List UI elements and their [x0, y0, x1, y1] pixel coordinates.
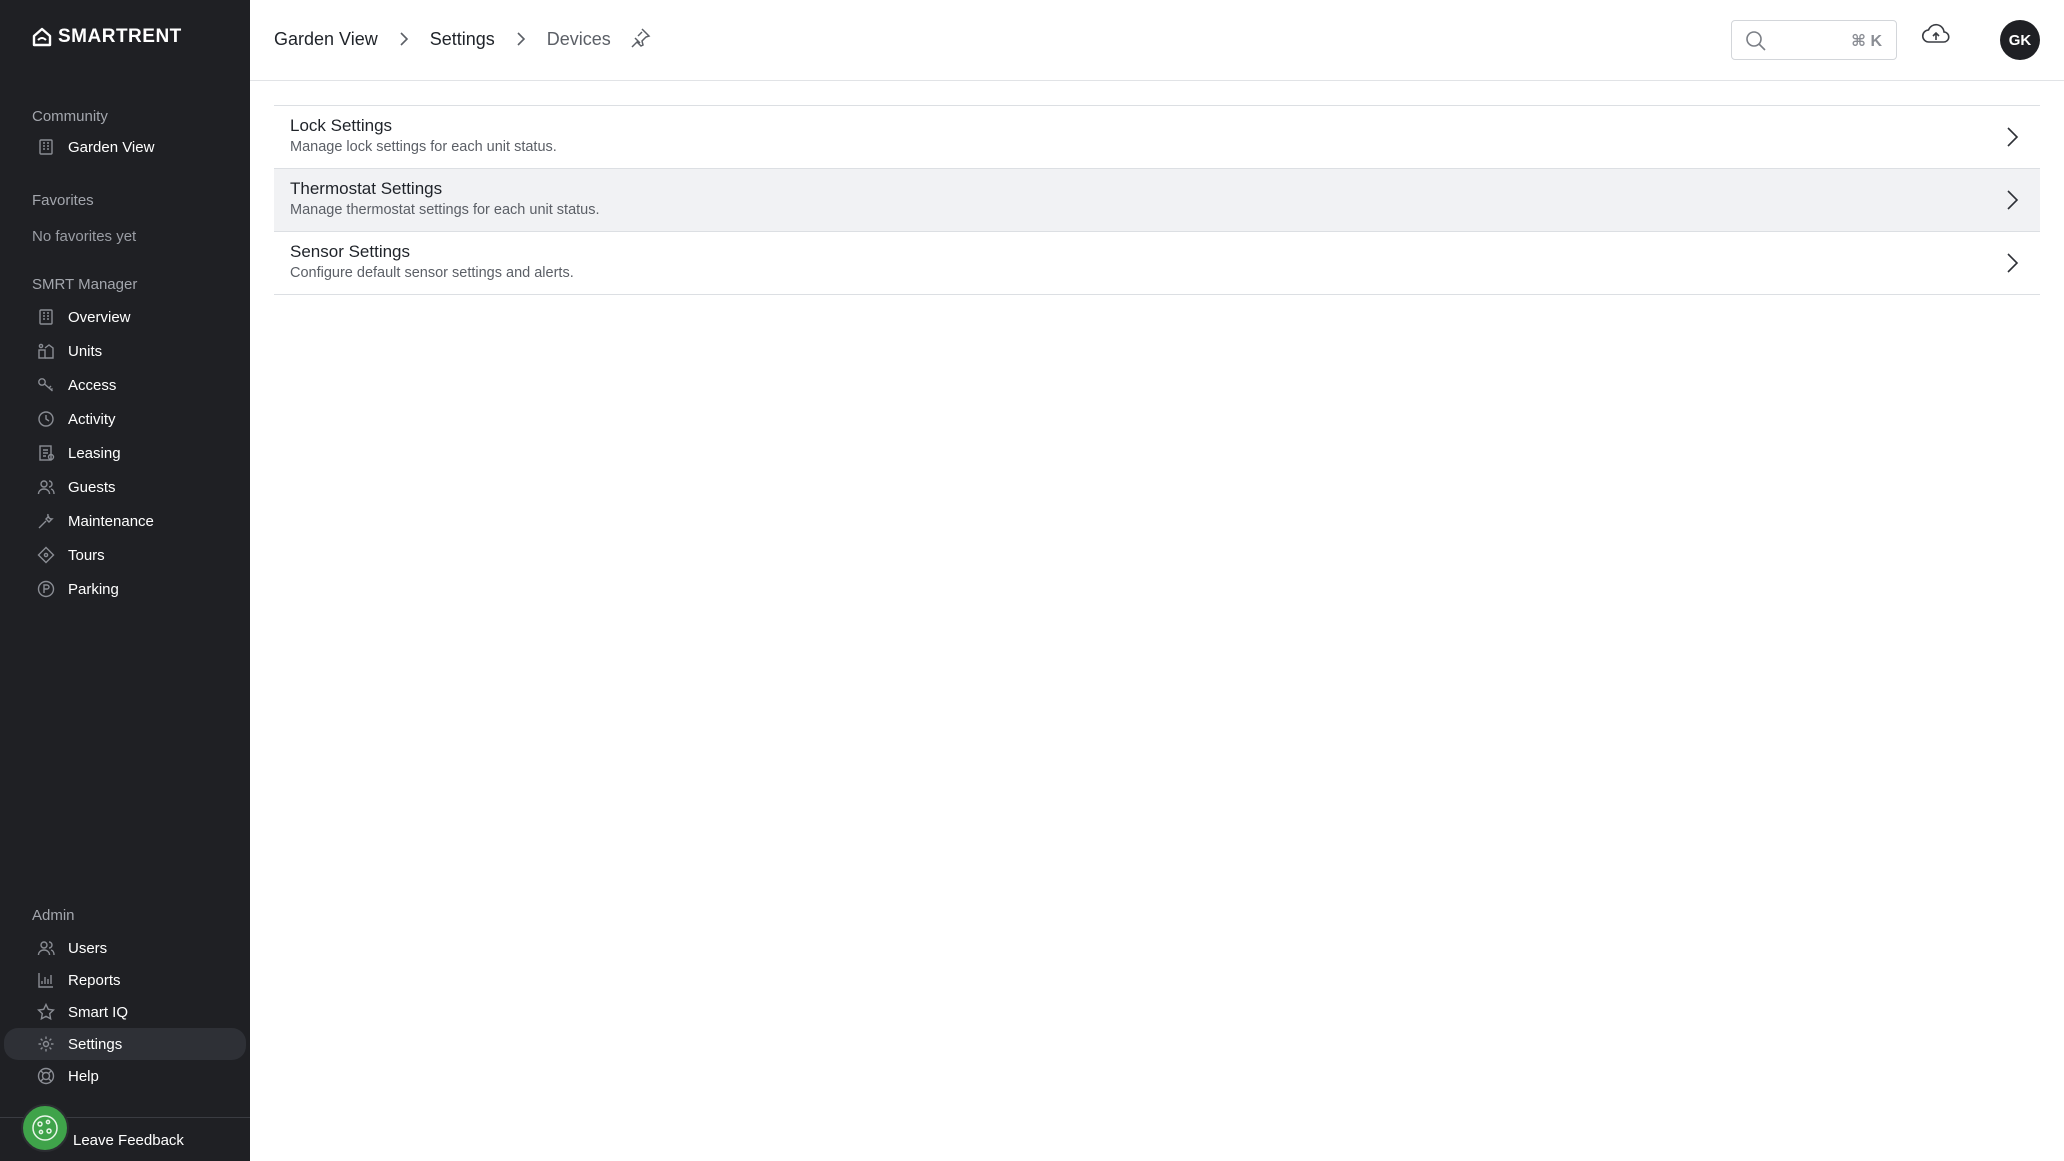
- chevron-right-icon: [392, 27, 416, 51]
- sidebar-item-reports[interactable]: Reports: [4, 964, 246, 996]
- sidebar-item-help[interactable]: Help: [4, 1060, 246, 1092]
- help-icon: [36, 1066, 56, 1086]
- favorites-empty-text: No favorites yet: [32, 228, 137, 245]
- chevron-right-icon: [2002, 189, 2024, 211]
- search-shortcut-hint: ⌘ K: [1851, 33, 1882, 50]
- search-input[interactable]: [1774, 29, 1844, 53]
- sidebar-item-label: Overview: [68, 308, 131, 326]
- sidebar-item-tours[interactable]: Tours: [4, 539, 246, 571]
- row-description: Manage thermostat settings for each unit…: [290, 202, 600, 218]
- sidebar-item-label: Help: [68, 1067, 99, 1085]
- sidebar: SMARTRENT Community Garden View Favorite…: [0, 0, 250, 1161]
- key-icon: [36, 375, 56, 395]
- sidebar-item-users[interactable]: Users: [4, 932, 246, 964]
- favorites-section-label: Favorites: [32, 192, 94, 209]
- admin-section-label: Admin: [32, 907, 75, 924]
- settings-row-lock[interactable]: Lock Settings Manage lock settings for e…: [274, 106, 2040, 169]
- breadcrumb-devices: Devices: [546, 28, 611, 49]
- users-icon: [36, 938, 56, 958]
- guests-icon: [36, 477, 56, 497]
- search-icon: [1745, 30, 1767, 52]
- row-title: Lock Settings: [290, 116, 393, 135]
- cookie-icon: [32, 1115, 58, 1141]
- star-icon: [36, 1002, 56, 1022]
- wrench-icon: [36, 511, 56, 531]
- sidebar-item-units[interactable]: Units: [4, 335, 246, 367]
- leave-feedback-link[interactable]: Leave Feedback: [73, 1132, 184, 1149]
- building-icon: [36, 137, 56, 157]
- sidebar-item-guests[interactable]: Guests: [4, 471, 246, 503]
- building-icon: [36, 307, 56, 327]
- chevron-right-icon: [2002, 252, 2024, 274]
- chevron-right-icon: [2002, 126, 2024, 148]
- sidebar-item-access[interactable]: Access: [4, 369, 246, 401]
- sidebar-item-label: Units: [68, 342, 103, 360]
- cookie-settings-button[interactable]: [21, 1104, 69, 1152]
- settings-row-thermostat[interactable]: Thermostat Settings Manage thermostat se…: [274, 169, 2040, 232]
- smrt-manager-section-label: SMRT Manager: [32, 276, 138, 293]
- sidebar-item-label: Leasing: [68, 444, 121, 462]
- sidebar-item-label: Garden View: [68, 138, 155, 156]
- clock-icon: [36, 409, 56, 429]
- breadcrumb-garden-view[interactable]: Garden View: [274, 29, 378, 50]
- breadcrumb: Garden View Settings Devices: [274, 27, 653, 51]
- leasing-icon: [36, 443, 56, 463]
- row-description: Manage lock settings for each unit statu…: [290, 139, 557, 155]
- tour-tag-icon: [36, 545, 56, 565]
- search-box[interactable]: ⌘ K: [1731, 20, 1897, 60]
- smartrent-logo[interactable]: SMARTRENT: [32, 26, 182, 48]
- brand-name: SMARTRENT: [58, 26, 182, 47]
- sidebar-item-smart-iq[interactable]: Smart IQ: [4, 996, 246, 1028]
- user-avatar[interactable]: GK: [2000, 20, 2040, 60]
- chart-icon: [36, 970, 56, 990]
- sidebar-item-label: Smart IQ: [68, 1003, 129, 1021]
- units-icon: [36, 341, 56, 361]
- settings-row-sensor[interactable]: Sensor Settings Configure default sensor…: [274, 232, 2040, 295]
- sidebar-item-label: Parking: [68, 580, 119, 598]
- row-description: Configure default sensor settings and al…: [290, 265, 574, 281]
- sidebar-item-activity[interactable]: Activity: [4, 403, 246, 435]
- sidebar-item-label: Users: [68, 939, 108, 957]
- sidebar-item-settings[interactable]: Settings: [4, 1028, 246, 1060]
- sidebar-item-maintenance[interactable]: Maintenance: [4, 505, 246, 537]
- sidebar-item-label: Settings: [68, 1035, 123, 1053]
- cloud-sync-icon[interactable]: [1921, 20, 1953, 52]
- row-title: Sensor Settings: [290, 242, 411, 261]
- sidebar-footer: Leave Feedback: [0, 1104, 250, 1161]
- gear-icon: [36, 1034, 56, 1054]
- sidebar-item-leasing[interactable]: Leasing: [4, 437, 246, 469]
- top-header: Garden View Settings Devices ⌘ K GK: [250, 0, 2064, 81]
- sidebar-item-label: Guests: [68, 478, 116, 496]
- device-settings-list: Lock Settings Manage lock settings for e…: [274, 105, 2040, 295]
- home-logo-icon: [32, 27, 52, 47]
- sidebar-item-parking[interactable]: Parking: [4, 573, 246, 605]
- sidebar-item-label: Reports: [68, 971, 121, 989]
- sidebar-item-garden-view[interactable]: Garden View: [4, 131, 246, 163]
- community-section-label: Community: [32, 108, 108, 125]
- parking-icon: [36, 579, 56, 599]
- sidebar-item-overview[interactable]: Overview: [4, 301, 246, 333]
- pin-icon[interactable]: [629, 27, 653, 51]
- sidebar-item-label: Tours: [68, 546, 105, 564]
- sidebar-item-label: Maintenance: [68, 512, 154, 530]
- chevron-right-icon: [509, 27, 533, 51]
- sidebar-item-label: Activity: [68, 410, 116, 428]
- row-title: Thermostat Settings: [290, 179, 443, 198]
- sidebar-item-label: Access: [68, 376, 117, 394]
- breadcrumb-settings[interactable]: Settings: [430, 29, 495, 50]
